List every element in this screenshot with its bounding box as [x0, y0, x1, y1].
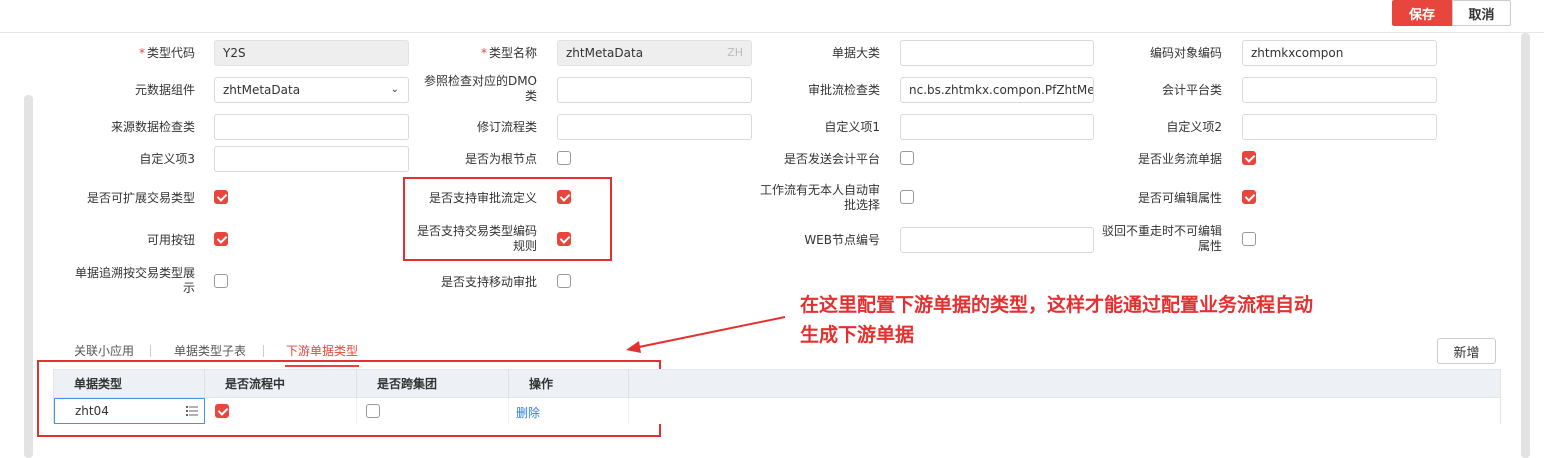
tab-separator [263, 345, 264, 357]
custom1-input[interactable] [900, 114, 1094, 140]
table-row: zht04 删除 [54, 398, 1500, 424]
bill-category-input[interactable] [900, 40, 1094, 66]
extendable-tx-type-label: 是否可扩展交易类型 [86, 191, 195, 205]
workflow-auto-select-label: 工作流有无本人自动审 批选择 [759, 183, 880, 212]
reject-noneditable-label: 驳回不重走时不可编辑 属性 [1101, 224, 1222, 253]
type-name-field: zhtMetaData ZH [557, 40, 752, 66]
left-scrollbar[interactable] [24, 95, 33, 458]
custom2-label: 自定义项2 [1166, 120, 1222, 134]
top-toolbar: 保存 取消 [0, 0, 1544, 33]
business-flow-bill-checkbox[interactable] [1242, 151, 1256, 165]
mobile-approval-checkbox[interactable] [557, 274, 571, 288]
is-root-node-checkbox[interactable] [557, 151, 571, 165]
tab-related-apps[interactable]: 关联小应用 [74, 342, 134, 359]
column-header-action[interactable]: 操作 [509, 370, 629, 398]
column-header-cross-group[interactable]: 是否跨集团 [357, 370, 509, 398]
cross-group-checkbox[interactable] [366, 404, 380, 418]
add-button[interactable]: 新增 [1437, 338, 1496, 364]
right-scrollbar[interactable] [1521, 33, 1530, 458]
accounting-platform-class-label: 会计平台类 [1161, 83, 1222, 97]
web-node-code-input[interactable] [900, 227, 1094, 253]
metadata-component-select[interactable]: zhtMetaData ⌄ [214, 77, 409, 103]
is-root-node-label: 是否为根节点 [464, 152, 537, 166]
accounting-platform-class-input[interactable] [1242, 77, 1437, 103]
approval-check-class-input[interactable]: nc.bs.zhtmkx.compon.PfZhtMetal [900, 77, 1094, 103]
ref-check-dmo-label: 参照检查对应的DMO 类 [423, 74, 537, 103]
in-flow-checkbox[interactable] [215, 404, 229, 418]
custom2-input[interactable] [1242, 114, 1437, 140]
ref-check-dmo-input[interactable] [557, 77, 752, 103]
custom3-label: 自定义项3 [139, 152, 195, 166]
trace-by-tx-type-checkbox[interactable] [214, 274, 228, 288]
annotation-arrow-icon [626, 316, 786, 353]
approval-check-class-label: 审批流检查类 [807, 83, 880, 97]
cell-bill-type[interactable]: zht04 [54, 398, 205, 424]
active-tab-underline [285, 365, 359, 367]
chevron-down-icon: ⌄ [390, 84, 399, 95]
annotation-text: 在这里配置下游单据的类型，这样才能通过配置业务流程自动 生成下游单据 [800, 294, 1314, 346]
tab-downstream-bill-type[interactable]: 下游单据类型 [286, 342, 358, 359]
send-accounting-label: 是否发送会计平台 [783, 152, 880, 166]
bill-type-ref-input[interactable]: zht04 [54, 398, 205, 424]
custom3-input[interactable] [214, 146, 409, 172]
column-header-bill-type[interactable]: 单据类型 [54, 370, 205, 398]
save-button[interactable]: 保存 [1392, 0, 1452, 26]
source-data-check-label: 来源数据检查类 [110, 120, 195, 134]
metadata-component-label: 元数据组件 [134, 83, 195, 97]
highlight-box-approval [403, 177, 612, 261]
extendable-tx-type-checkbox[interactable] [214, 190, 228, 204]
available-buttons-label: 可用按钮 [146, 233, 195, 247]
cell-in-flow [205, 398, 357, 424]
downstream-bill-grid: 单据类型 是否流程中 是否跨集团 操作 zht04 删除 [53, 369, 1501, 424]
send-accounting-checkbox[interactable] [900, 151, 914, 165]
type-name-label: * 类型名称 [480, 46, 537, 60]
bill-category-label: 单据大类 [831, 46, 880, 60]
type-code-field: Y2S [214, 40, 409, 66]
editable-attrs-label: 是否可编辑属性 [1137, 191, 1222, 205]
language-suffix[interactable]: ZH [727, 41, 743, 65]
type-code-label: * 类型代码 [138, 46, 195, 60]
code-object-code-label: 编码对象编码 [1149, 46, 1222, 60]
business-flow-bill-label: 是否业务流单据 [1137, 152, 1222, 166]
revision-flow-class-label: 修订流程类 [476, 120, 537, 134]
trace-by-tx-type-label: 单据追溯按交易类型展示 [74, 266, 195, 295]
column-header-in-flow[interactable]: 是否流程中 [205, 370, 357, 398]
revision-flow-class-input[interactable] [557, 114, 752, 140]
available-buttons-checkbox[interactable] [214, 232, 228, 246]
tab-bill-subtable[interactable]: 单据类型子表 [174, 342, 246, 359]
custom1-label: 自定义项1 [824, 120, 880, 134]
delete-link[interactable]: 删除 [516, 404, 540, 421]
list-icon[interactable] [186, 405, 198, 417]
mobile-approval-label: 是否支持移动审批 [440, 275, 537, 289]
web-node-code-label: WEB节点编号 [804, 233, 880, 247]
tab-separator [150, 345, 151, 357]
cell-cross-group [357, 398, 509, 424]
code-object-code-input[interactable]: zhtmkxcompon [1242, 40, 1437, 66]
editable-attrs-checkbox[interactable] [1242, 190, 1256, 204]
workflow-auto-select-checkbox[interactable] [900, 190, 914, 204]
source-data-check-input[interactable] [214, 114, 409, 140]
grid-header: 单据类型 是否流程中 是否跨集团 操作 [54, 370, 1500, 398]
reject-noneditable-checkbox[interactable] [1242, 232, 1256, 246]
cancel-button[interactable]: 取消 [1452, 0, 1511, 26]
